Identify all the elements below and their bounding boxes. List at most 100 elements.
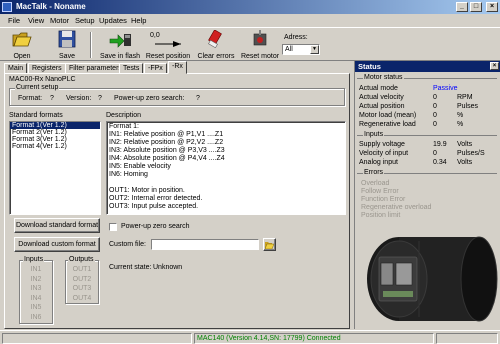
input-indicator: IN2 <box>30 275 42 283</box>
input-indicator: IN3 <box>30 285 42 292</box>
status-bar: MAC140 (Version 4.14,SN: 17799) Connecte… <box>0 330 500 344</box>
floppy-disk-icon <box>58 30 76 48</box>
status-row-motor-load: Motor load (mean) 0 % <box>359 112 464 119</box>
reset-motor-button[interactable]: Reset motor <box>238 30 282 60</box>
connection-status: MAC140 (Version 4.14,SN: 17799) Connecte… <box>194 333 434 344</box>
close-icon[interactable]: × <box>490 62 499 70</box>
error-overload: Overload <box>361 180 390 187</box>
chevron-down-icon[interactable]: ▼ <box>310 45 319 54</box>
version-label: Version: <box>66 95 92 102</box>
description-line: IN5: Enable velocity <box>109 163 171 170</box>
folder-open-icon <box>12 32 32 47</box>
format-value: ? <box>50 95 54 102</box>
menu-updates[interactable]: Updates <box>99 16 127 25</box>
statusbar-cell <box>436 333 498 344</box>
status-row-regenerative-load: Regenerative load 0 % <box>359 121 464 128</box>
current-state-label: Current state: <box>109 264 152 271</box>
error-position-limit: Position limit <box>361 212 401 219</box>
menu-file[interactable]: File <box>8 16 20 25</box>
status-row-supply-voltage: Supply voltage 19.9 Volts <box>359 141 473 148</box>
menu-setup[interactable]: Setup <box>75 16 95 25</box>
toolbar: Open Save Save in flash 0,0 Reset positi… <box>0 27 500 61</box>
status-row-actual-position: Actual position 0 Pulses <box>359 103 479 110</box>
standard-formats-label: Standard formats <box>9 112 63 119</box>
inputs-group: Inputs IN1 IN2 IN3 IN4 IN5 IN6 <box>19 256 53 324</box>
standard-formats-list[interactable]: Format 1(Ver 1.2) Format 2(Ver 1.2) Form… <box>9 121 101 215</box>
status-title: Status <box>358 62 381 71</box>
list-item[interactable]: Format 2(Ver 1.2) <box>10 129 100 136</box>
toolbar-separator <box>90 32 92 58</box>
description-line: IN3: Absolute position @ P3,V3 ....Z3 <box>109 147 225 154</box>
outputs-title: Outputs <box>68 256 95 263</box>
list-item[interactable]: Format 1(Ver 1.2) <box>10 122 100 129</box>
rx-panel: MAC00-Rx NanoPLC Current setup Format: ?… <box>4 73 350 329</box>
open-button[interactable]: Open <box>4 30 40 60</box>
inputs-section: Inputs <box>357 131 497 138</box>
address-label: Adress: <box>284 34 308 41</box>
errors-section: Errors <box>357 169 497 176</box>
menu-view[interactable]: View <box>28 16 44 25</box>
description-line: IN1: Relative position @ P1,V1 ....Z1 <box>109 131 224 138</box>
maximize-button[interactable]: □ <box>470 2 482 12</box>
open-label: Open <box>13 53 31 60</box>
reset-position-value: 0,0 <box>150 32 160 39</box>
current-setup-title: Current setup <box>15 84 60 91</box>
module-title: MAC00-Rx NanoPLC <box>9 76 76 83</box>
save-in-flash-label: Save in flash <box>99 53 141 60</box>
close-button[interactable]: × <box>486 2 498 12</box>
list-item[interactable]: Format 4(Ver 1.2) <box>10 143 100 150</box>
status-row-actual-mode: Actual mode Passive <box>359 85 458 92</box>
description-line: OUT2: Internal error detected. <box>109 195 203 202</box>
save-flash-icon <box>109 34 131 48</box>
clear-errors-label: Clear errors <box>197 53 235 60</box>
status-header: Status × <box>355 61 500 72</box>
powerup-label: Power-up zero search: <box>114 95 185 102</box>
menu-motor[interactable]: Motor <box>50 16 69 25</box>
output-indicator: OUT2 <box>72 275 92 283</box>
custom-file-input[interactable] <box>151 239 259 250</box>
status-row-actual-velocity: Actual velocity 0 RPM <box>359 94 473 101</box>
description-line: OUT3: Input pulse accepted. <box>109 203 199 210</box>
error-follow-error: Follow Error <box>361 188 399 195</box>
inputs-title: Inputs <box>23 256 45 263</box>
motor-status-title: Motor status <box>363 74 404 81</box>
download-standard-format-button[interactable]: Download standard format <box>14 218 100 233</box>
status-panel: Status × Motor status Actual mode Passiv… <box>354 61 500 329</box>
status-row-velocity-of-input: Velocity of input 0 Pulses/S <box>359 150 485 157</box>
address-select[interactable]: All ▼ <box>282 44 320 55</box>
powerup-zero-search-checkbox[interactable] <box>109 223 117 231</box>
description-box[interactable]: Format 1: IN1: Relative position @ P1,V1… <box>106 121 346 215</box>
reset-motor-icon <box>253 30 267 46</box>
powerup-zero-search-label: Power-up zero search <box>121 223 190 230</box>
input-indicator: IN6 <box>30 313 42 321</box>
errors-section-title: Errors <box>363 169 385 176</box>
title-bar[interactable]: MacTalk - Noname _ □ × <box>0 0 500 14</box>
list-item[interactable]: Format 3(Ver 1.2) <box>10 136 100 143</box>
folder-open-icon <box>264 242 275 250</box>
powerup-value: ? <box>196 95 200 102</box>
inputs-section-title: Inputs <box>363 131 385 138</box>
save-button[interactable]: Save <box>50 30 84 60</box>
description-label: Description <box>106 112 142 119</box>
version-value: ? <box>98 95 102 102</box>
tab-rx[interactable]: -Rx <box>168 61 187 74</box>
address-value: All <box>285 46 293 53</box>
description-line: OUT1: Motor in position. <box>109 187 185 194</box>
clear-errors-button[interactable]: Clear errors <box>194 30 238 60</box>
description-line: IN6: Homing <box>109 171 148 178</box>
current-setup-group: Current setup Format: ? Version: ? Power… <box>9 84 345 106</box>
statusbar-cell <box>2 333 192 344</box>
download-custom-format-button[interactable]: Download custom format <box>14 237 100 252</box>
minimize-button[interactable]: _ <box>456 2 468 12</box>
status-row-analog-input: Analog input 0.34 Volts <box>359 159 473 166</box>
menu-help[interactable]: Help <box>131 16 146 25</box>
browse-button[interactable] <box>263 238 276 251</box>
app-icon <box>2 2 12 12</box>
window-title: MacTalk - Noname <box>16 2 86 11</box>
error-function-error: Function Error <box>361 196 406 203</box>
description-line <box>107 179 345 187</box>
custom-file-label: Custom file: <box>109 241 146 248</box>
save-in-flash-button[interactable]: Save in flash <box>97 30 143 60</box>
output-indicator: OUT4 <box>72 294 92 302</box>
reset-position-button[interactable]: 0,0 Reset position <box>145 30 191 60</box>
